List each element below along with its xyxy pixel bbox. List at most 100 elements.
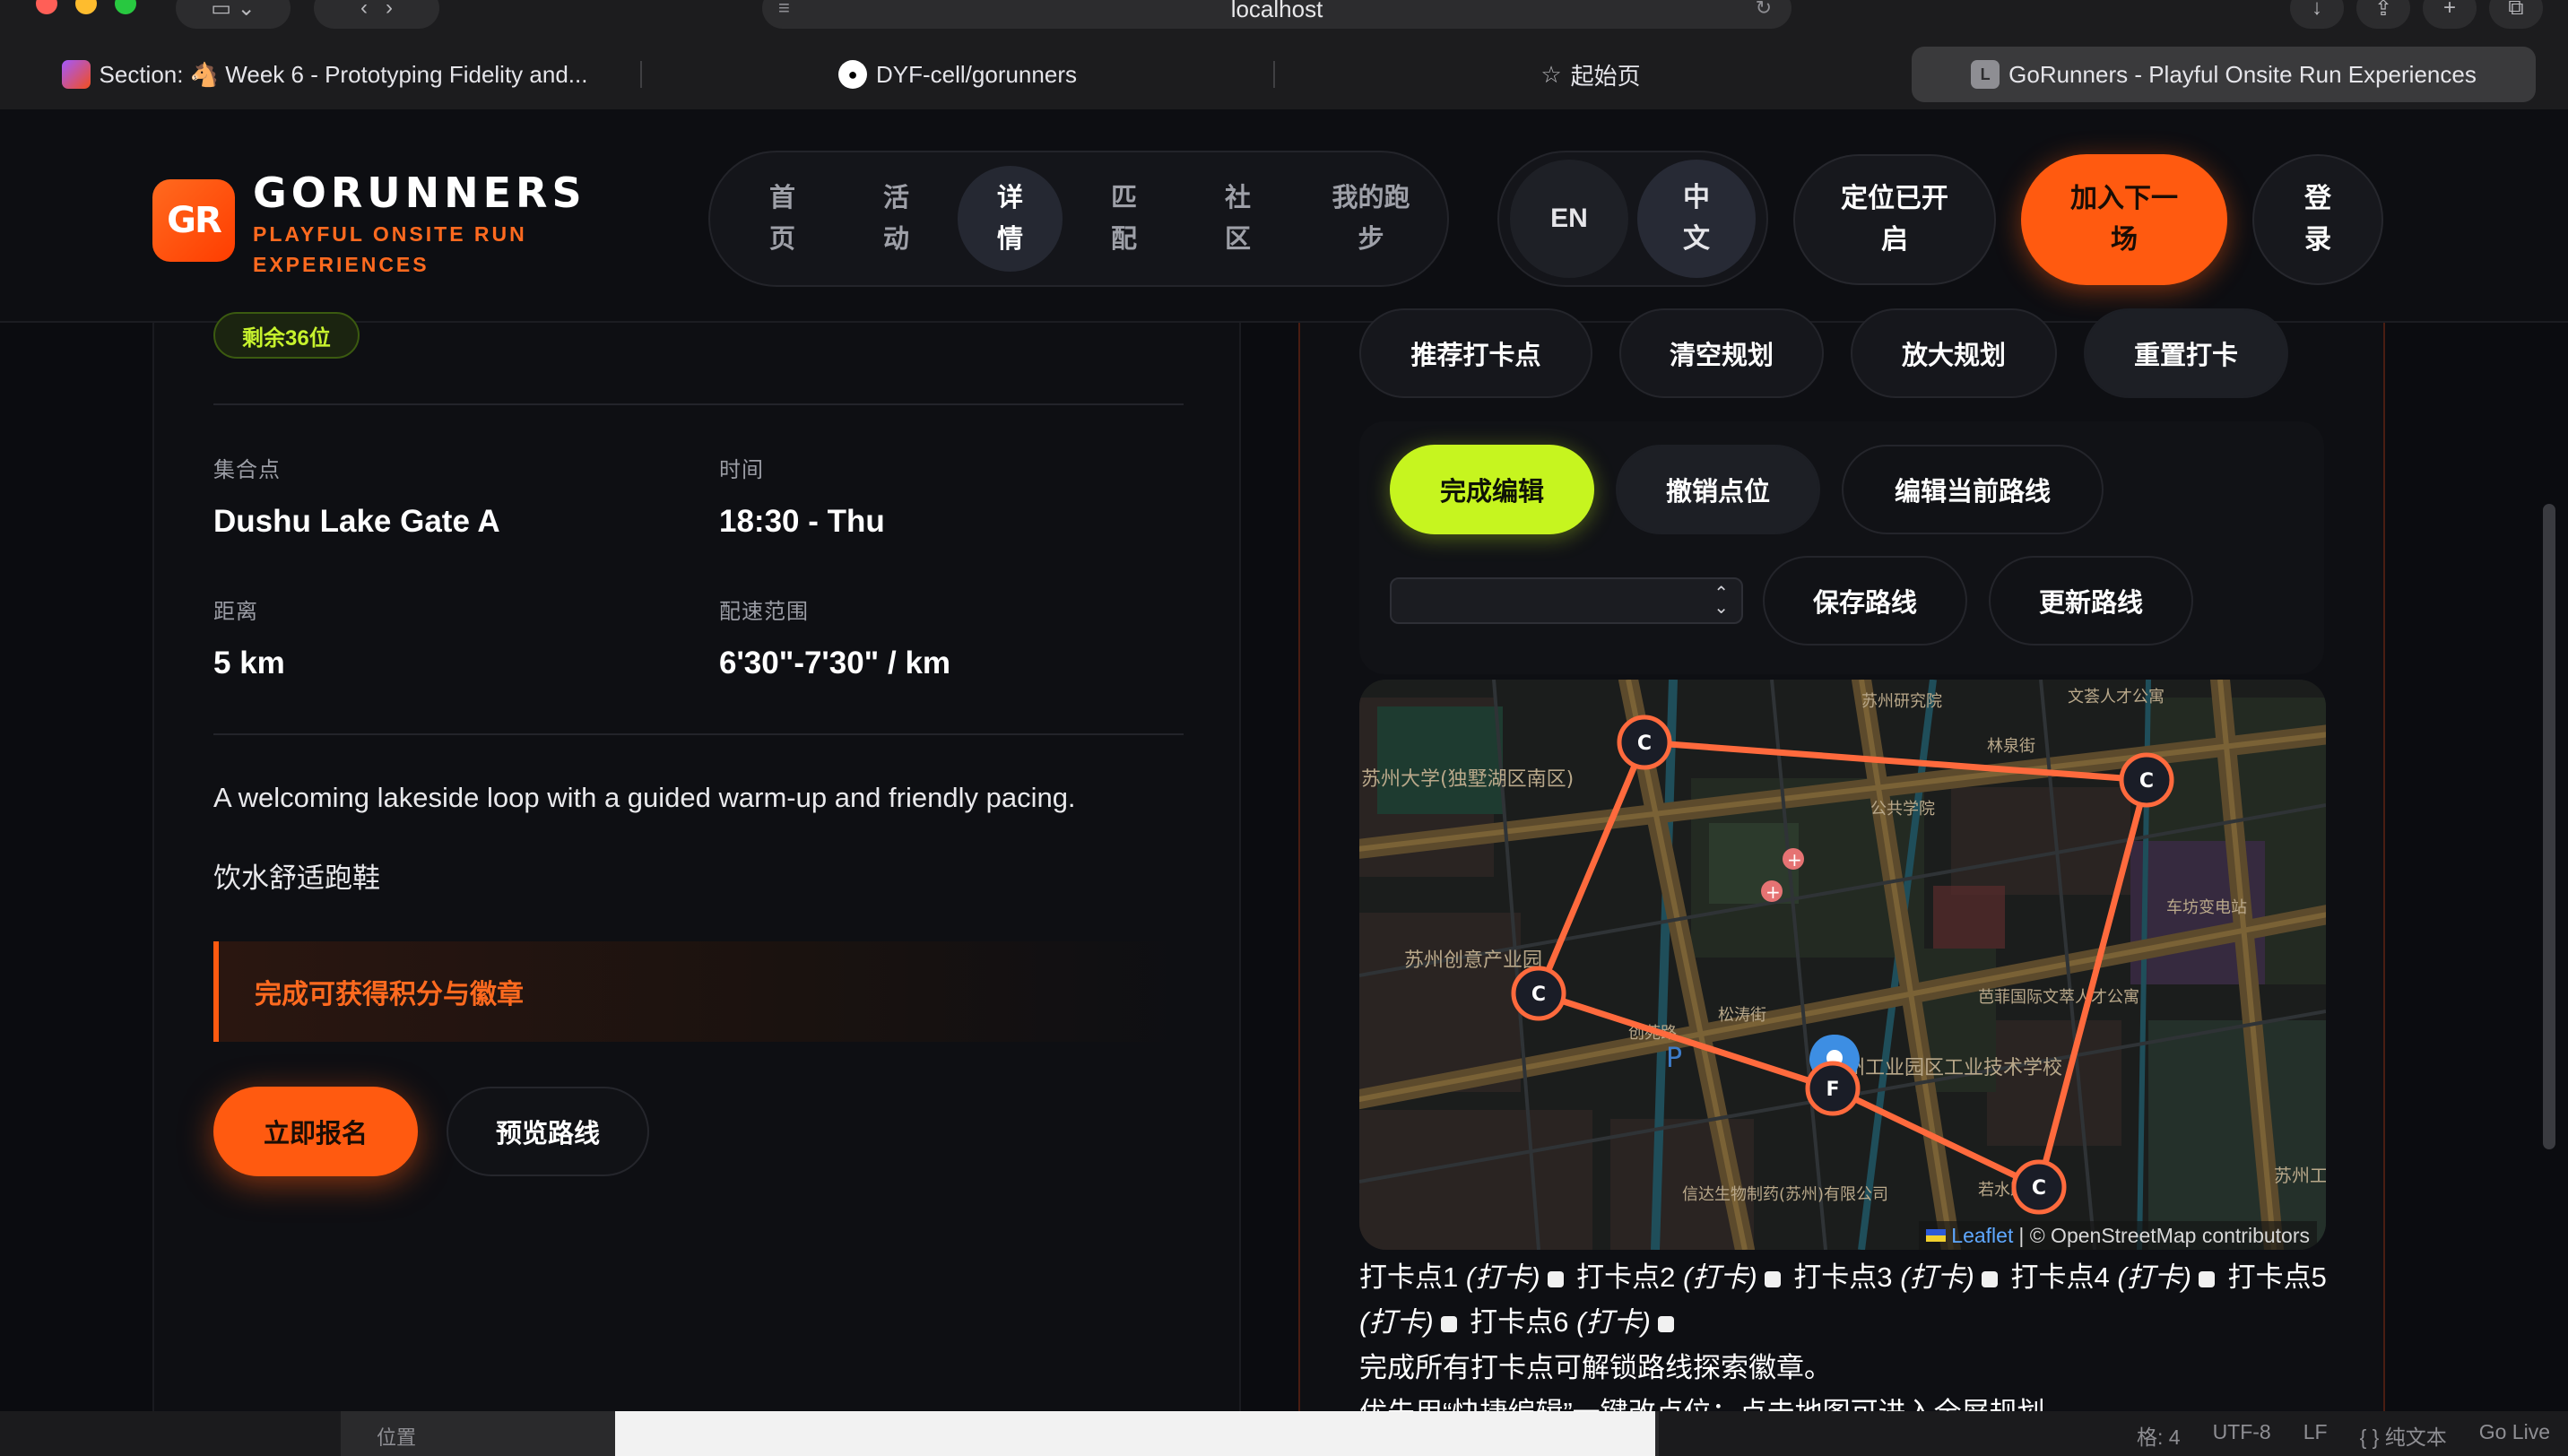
nav-item-match[interactable]: 匹配: [1071, 166, 1176, 272]
finish-marker[interactable]: F: [1805, 1061, 1861, 1116]
editor-status-strip: 位置 格: 4 UTF-8 LF { } 纯文本 Go Live: [0, 1411, 2568, 1456]
lang-en-button[interactable]: EN: [1510, 160, 1628, 278]
badge-hint: 完成所有打卡点可解锁路线探索徽章。: [1359, 1352, 1832, 1383]
map-label: 苏州创意产业园: [1404, 949, 1542, 972]
undo-point-button[interactable]: 撤销点位: [1616, 445, 1820, 534]
distance-label: 距离: [213, 600, 258, 624]
download-icon[interactable]: ↓: [2290, 0, 2344, 29]
checkpoint-checkbox[interactable]: [1657, 1315, 1674, 1332]
sidebar-toggle-button[interactable]: ▭ ⌄: [176, 0, 291, 29]
status-go-live[interactable]: Go Live: [2479, 1420, 2550, 1451]
tab-label: Section: 🐴 Week 6 - Prototyping Fidelity…: [99, 60, 588, 88]
meeting-point-value: Dushu Lake Gate A: [213, 504, 500, 539]
nav-item-events[interactable]: 活动: [844, 166, 949, 272]
position-label: 位置: [377, 1426, 417, 1449]
editor-input-area: [615, 1411, 1655, 1456]
status-encoding[interactable]: UTF-8: [2213, 1420, 2271, 1451]
time-label: 时间: [719, 458, 764, 482]
recommend-checkpoints-button[interactable]: 推荐打卡点: [1359, 308, 1592, 398]
zoom-plan-button[interactable]: 放大规划: [1851, 308, 2057, 398]
checkpoint-marker[interactable]: C: [1617, 715, 1672, 770]
nav-item-my-runs[interactable]: 我的跑步: [1299, 166, 1443, 272]
map-label: 苏州研究院: [1861, 692, 1942, 711]
status-items: 格: 4 UTF-8 LF { } 纯文本 Go Live: [2137, 1420, 2550, 1451]
reward-callout: 完成可获得积分与徽章: [213, 941, 1184, 1042]
logo-title[interactable]: GORUNNERS: [253, 169, 586, 217]
checkpoint-list: 打卡点1 (打卡) 打卡点2 (打卡) 打卡点3 (打卡) 打卡点4 (打卡) …: [1359, 1255, 2346, 1345]
history-nav-buttons[interactable]: ‹ ›: [314, 0, 439, 29]
leaflet-link[interactable]: Leaflet: [1951, 1224, 2013, 1248]
status-indent[interactable]: 格: 4: [2137, 1420, 2181, 1451]
logo-mark[interactable]: GR: [152, 179, 235, 262]
checkpoint-checkbox[interactable]: [2199, 1270, 2215, 1287]
map-label: 苏州工业园区工业技术学校: [1826, 1057, 2062, 1079]
nav-item-details[interactable]: 详情: [958, 166, 1063, 272]
map-label: 文荟人才公寓: [2068, 688, 2165, 706]
logo-subtitle: PLAYFUL ONSITE RUN EXPERIENCES: [253, 222, 527, 276]
preview-route-button[interactable]: 预览路线: [447, 1087, 649, 1176]
tab-label: DYF-cell/gorunners: [876, 60, 1077, 88]
spots-left-badge: 剩余36位: [213, 312, 360, 359]
location-button[interactable]: 定位已开启: [1793, 154, 1996, 285]
signup-button[interactable]: 立即报名: [213, 1087, 418, 1176]
tab-overview-icon[interactable]: ⧉: [2489, 0, 2543, 29]
svg-text:+: +: [1766, 881, 1781, 903]
github-icon: ●: [838, 60, 867, 89]
new-tab-icon[interactable]: +: [2423, 0, 2477, 29]
figma-icon: [61, 60, 91, 89]
event-details-card: 剩余36位 集合点 Dushu Lake Gate A 时间 18:30 - T…: [152, 312, 1241, 1456]
reader-icon[interactable]: ≡: [778, 0, 790, 20]
finish-editing-button[interactable]: 完成编辑: [1390, 445, 1594, 534]
status-eol[interactable]: LF: [2303, 1420, 2328, 1451]
checkpoint-marker[interactable]: C: [2011, 1159, 2067, 1215]
star-icon: ☆: [1540, 60, 1562, 88]
login-button[interactable]: 登录: [2252, 154, 2383, 285]
maximize-window-button[interactable]: [115, 0, 136, 14]
route-map[interactable]: 苏州大学(独墅湖区南区) 苏州创意产业园 松涛街 创苑路 苏州工业园区工业技术学…: [1359, 680, 2326, 1250]
save-route-button[interactable]: 保存路线: [1763, 556, 1967, 646]
map-label: 信达生物制药(苏州)有限公司: [1682, 1185, 1888, 1204]
divider: [213, 733, 1184, 735]
route-select[interactable]: ⌃ ⌄: [1390, 577, 1743, 624]
clear-plan-button[interactable]: 清空规划: [1619, 308, 1824, 398]
pace-value: 6'30"-7'30" / km: [719, 646, 951, 680]
site-favicon-icon: L: [1971, 60, 2000, 89]
tab-github-repo[interactable]: ● DYF-cell/gorunners: [640, 47, 1270, 102]
nav-item-community[interactable]: 社区: [1185, 166, 1290, 272]
reset-checkpoints-button[interactable]: 重置打卡: [2084, 308, 2288, 398]
checkpoint-marker[interactable]: C: [1511, 966, 1566, 1021]
edit-current-route-button[interactable]: 编辑当前路线: [1842, 445, 2104, 534]
checkpoint-item: 打卡点6 (打卡): [1470, 1306, 1651, 1338]
map-label: 林泉街: [1987, 737, 2035, 756]
svg-text:C: C: [1637, 732, 1652, 755]
time-value: 18:30 - Thu: [719, 504, 885, 539]
minimize-window-button[interactable]: [75, 0, 97, 14]
tab-start-page[interactable]: ☆ 起始页: [1273, 47, 1903, 102]
checkpoint-item: 打卡点3 (打卡): [1793, 1261, 1974, 1293]
address-bar[interactable]: ≡ localhost ↻: [762, 0, 1792, 29]
join-next-button[interactable]: 加入下一场: [2021, 154, 2227, 285]
distance-value: 5 km: [213, 646, 285, 680]
update-route-button[interactable]: 更新路线: [1989, 556, 2193, 646]
back-icon[interactable]: ‹: [360, 0, 368, 21]
checkpoint-checkbox[interactable]: [1547, 1270, 1564, 1287]
reload-icon[interactable]: ↻: [1756, 0, 1772, 20]
nav-item-home[interactable]: 首页: [730, 166, 835, 272]
checkpoint-checkbox[interactable]: [1764, 1270, 1781, 1287]
map-label: 公共学院: [1870, 800, 1935, 819]
map-canvas[interactable]: 苏州大学(独墅湖区南区) 苏州创意产业园 松涛街 创苑路 苏州工业园区工业技术学…: [1359, 680, 2326, 1250]
close-window-button[interactable]: [36, 0, 57, 14]
select-chevron-icon: ⌃ ⌄: [1713, 584, 1729, 618]
checkpoint-checkbox[interactable]: [1440, 1315, 1457, 1332]
lang-zh-button[interactable]: 中文: [1637, 160, 1756, 278]
share-icon[interactable]: ⇪: [2356, 0, 2410, 29]
flag-icon: [1926, 1229, 1947, 1242]
forward-icon[interactable]: ›: [386, 0, 393, 21]
checkpoint-marker[interactable]: C: [2119, 752, 2174, 808]
pace-label: 配速范围: [719, 600, 809, 624]
page-scrollbar[interactable]: [2543, 504, 2555, 1149]
tab-gorunners[interactable]: L GoRunners - Playful Onsite Run Experie…: [1912, 47, 2536, 102]
checkpoint-checkbox[interactable]: [1981, 1270, 1998, 1287]
status-language[interactable]: { } 纯文本: [2360, 1420, 2447, 1451]
tab-figma-section[interactable]: Section: 🐴 Week 6 - Prototyping Fidelity…: [13, 47, 637, 102]
